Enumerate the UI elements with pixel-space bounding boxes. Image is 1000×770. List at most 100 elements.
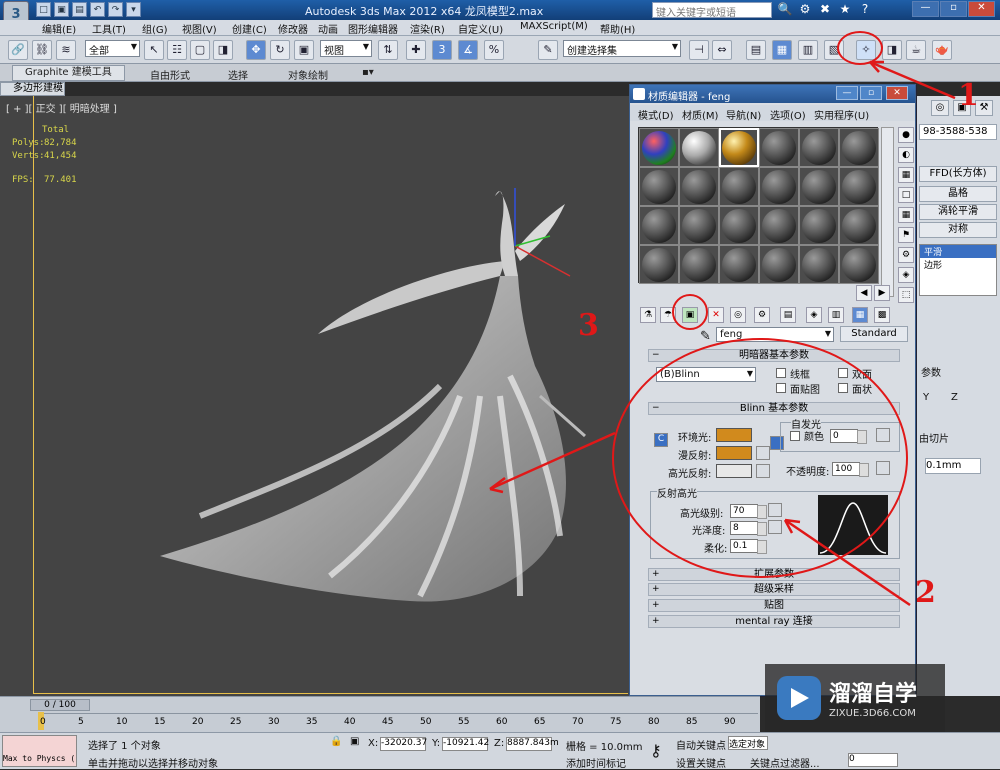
menu-modifiers[interactable]: 修改器 xyxy=(278,21,308,36)
options-icon[interactable]: ⚙ xyxy=(898,247,914,263)
motion-tab-icon[interactable]: ◎ xyxy=(931,100,949,116)
med-menu-material[interactable]: 材质(M) xyxy=(682,107,718,122)
reference-coordinate-dropdown[interactable]: 视图 xyxy=(320,40,372,57)
med-menu-utilities[interactable]: 实用程序(U) xyxy=(814,107,869,122)
render-setup-icon[interactable]: ◨ xyxy=(882,40,902,60)
unlink-icon[interactable]: ⛓ xyxy=(32,40,52,60)
open-file-icon[interactable]: ▣ xyxy=(54,2,69,17)
graphite-toggle-icon[interactable]: ▦ xyxy=(772,40,792,60)
sample-type-icon[interactable]: ● xyxy=(898,127,914,143)
med-menu-options[interactable]: 选项(O) xyxy=(770,107,806,122)
key-selection-dropdown[interactable]: 选定对象 xyxy=(728,736,768,750)
video-color-check-icon[interactable]: ▦ xyxy=(898,207,914,223)
y-coordinate-field[interactable]: -10921.42 xyxy=(442,737,489,751)
window-crossing-icon[interactable]: ◨ xyxy=(213,40,233,60)
menu-create[interactable]: 创建(C) xyxy=(232,21,267,36)
go-forward-sibling-icon[interactable]: ▩ xyxy=(874,307,890,323)
slot-scroll-left-icon[interactable]: ◀ xyxy=(856,285,872,301)
close-button[interactable]: ✕ xyxy=(968,1,995,17)
sample-slot[interactable] xyxy=(639,128,679,167)
pivot-center-icon[interactable]: ⇅ xyxy=(378,40,398,60)
supersampling-rollout[interactable]: + 超级采样 xyxy=(648,583,900,596)
background-icon[interactable]: ▦ xyxy=(898,167,914,183)
sample-slot[interactable] xyxy=(679,128,719,167)
layer-manager-icon[interactable]: ▤ xyxy=(746,40,766,60)
viewport-label[interactable]: [ + ][ 正交 ][ 明暗处理 ] xyxy=(6,100,117,115)
modifier-stack[interactable]: 平滑 边形 xyxy=(919,244,997,296)
uv-tiling-icon[interactable]: □ xyxy=(898,187,914,203)
menu-customize[interactable]: 自定义(U) xyxy=(458,21,503,36)
sample-slot[interactable] xyxy=(639,245,679,284)
stack-item-smooth[interactable]: 平滑 xyxy=(920,245,996,258)
menu-edit[interactable]: 编辑(E) xyxy=(42,21,76,36)
med-menu-navigation[interactable]: 导航(N) xyxy=(726,107,761,122)
sample-slot[interactable] xyxy=(679,245,719,284)
sample-slot[interactable] xyxy=(799,167,839,206)
reset-map-icon[interactable]: ✕ xyxy=(708,307,724,323)
menu-tools[interactable]: 工具(T) xyxy=(92,21,126,36)
sample-slot[interactable] xyxy=(799,206,839,245)
select-scale-icon[interactable]: ▣ xyxy=(294,40,314,60)
tab-freeform[interactable]: 自由形式 xyxy=(150,67,190,82)
select-rotate-icon[interactable]: ↻ xyxy=(270,40,290,60)
modifier-lattice[interactable]: 晶格 xyxy=(919,186,997,202)
menu-animation[interactable]: 动画 xyxy=(318,21,338,36)
sample-slot[interactable] xyxy=(759,245,799,284)
set-key-button[interactable]: 设置关键点 xyxy=(676,755,726,770)
time-slider[interactable]: 0 / 100 xyxy=(30,699,90,711)
maps-rollout[interactable]: + 贴图 xyxy=(648,599,900,612)
axis-y-label[interactable]: Y xyxy=(923,392,929,403)
sample-slots-scrollbar[interactable] xyxy=(881,127,894,297)
sample-slot[interactable] xyxy=(839,167,879,206)
sample-slot[interactable] xyxy=(639,167,679,206)
align-icon[interactable]: ⇔ xyxy=(712,40,732,60)
help-icon[interactable]: ? xyxy=(856,2,874,16)
menu-group[interactable]: 组(G) xyxy=(142,21,168,36)
render-production-icon[interactable]: 🫖 xyxy=(932,40,952,60)
sample-slot[interactable] xyxy=(719,245,759,284)
show-map-icon[interactable]: ◈ xyxy=(806,307,822,323)
bind-space-warp-icon[interactable]: ≋ xyxy=(56,40,76,60)
backlight-icon[interactable]: ◐ xyxy=(898,147,914,163)
snap-toggle-icon[interactable]: 3 xyxy=(432,40,452,60)
sample-slot[interactable] xyxy=(759,128,799,167)
put-to-library-icon[interactable]: ⚙ xyxy=(754,307,770,323)
material-editor-titlebar[interactable]: 材质编辑器 - feng — ▫ ✕ xyxy=(630,85,915,103)
absolute-mode-icon[interactable]: ▣ xyxy=(350,736,359,747)
tools-icon[interactable]: ✖ xyxy=(816,2,834,16)
lock-selection-icon[interactable]: 🔒 xyxy=(330,736,342,747)
tab-object-paint[interactable]: 对象绘制 xyxy=(288,67,328,82)
sample-slot[interactable] xyxy=(679,167,719,206)
tab-selection[interactable]: 选择 xyxy=(228,67,248,82)
rect-selection-icon[interactable]: ▢ xyxy=(190,40,210,60)
percent-snap-icon[interactable]: % xyxy=(484,40,504,60)
pick-material-icon[interactable]: ✎ xyxy=(700,329,711,344)
med-minimize-button[interactable]: — xyxy=(836,86,858,100)
polygon-modeling-panel[interactable]: 多边形建模 xyxy=(0,82,65,96)
menu-maxscript[interactable]: MAXScript(M) xyxy=(520,21,588,32)
material-type-button[interactable]: Standard xyxy=(840,326,908,342)
key-filters-button[interactable]: 关键点过滤器... xyxy=(750,755,820,770)
menu-graph-editors[interactable]: 图形编辑器 xyxy=(348,21,398,36)
z-coordinate-field[interactable]: 8887.843m xyxy=(506,737,559,751)
select-manipulate-icon[interactable]: ✚ xyxy=(406,40,426,60)
sample-slot[interactable] xyxy=(839,206,879,245)
auto-key-button[interactable]: 自动关键点 xyxy=(676,737,726,752)
sample-slot[interactable] xyxy=(799,245,839,284)
select-move-icon[interactable]: ✥ xyxy=(246,40,266,60)
stack-item-poly[interactable]: 边形 xyxy=(920,258,996,271)
link-icon[interactable]: 🔗 xyxy=(8,40,28,60)
modifier-turbosmooth[interactable]: 涡轮平滑 xyxy=(919,204,997,220)
edit-named-selection-icon[interactable]: ✎ xyxy=(538,40,558,60)
select-object-icon[interactable]: ↖ xyxy=(144,40,164,60)
sample-slot[interactable] xyxy=(759,206,799,245)
maxscript-listener[interactable]: Max to Physcs ( xyxy=(2,735,77,767)
sample-slot[interactable] xyxy=(719,206,759,245)
material-navigator-icon[interactable]: ⬚ xyxy=(898,287,914,303)
tab-graphite-modeling[interactable]: Graphite 建模工具 xyxy=(12,65,125,81)
undo-icon[interactable]: ↶ xyxy=(90,2,105,17)
maximize-button[interactable]: ▫ xyxy=(940,1,967,17)
named-selection-dropdown[interactable]: 创建选择集 xyxy=(563,40,681,57)
menu-views[interactable]: 视图(V) xyxy=(182,21,217,36)
menu-rendering[interactable]: 渲染(R) xyxy=(410,21,445,36)
